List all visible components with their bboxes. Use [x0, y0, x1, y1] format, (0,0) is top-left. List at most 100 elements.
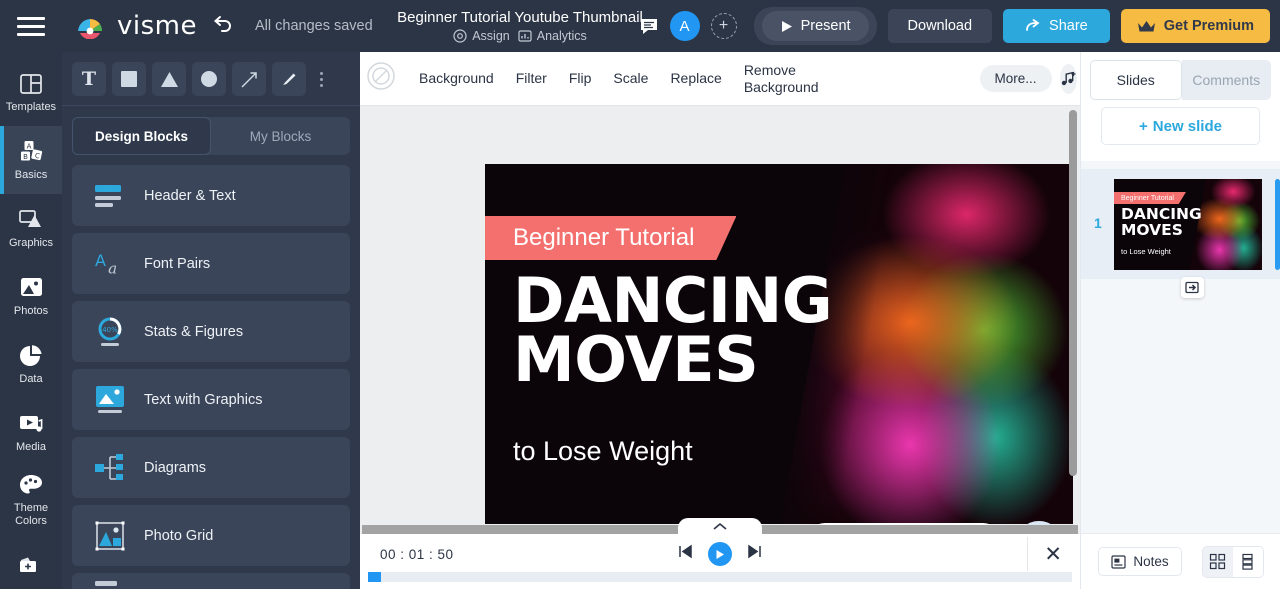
- replace-button[interactable]: Replace: [659, 70, 732, 86]
- share-label: Share: [1049, 18, 1088, 34]
- slides-panel-scrollbar[interactable]: [1275, 179, 1280, 270]
- slide-list-item[interactable]: 1 Beginner Tutorial DANCING MOVES to Los…: [1081, 169, 1280, 298]
- slide-thumbnail[interactable]: Beginner Tutorial DANCING MOVES to Lose …: [1114, 179, 1262, 270]
- triangle-icon: [160, 71, 178, 87]
- page-title[interactable]: Beginner Tutorial Youtube Thumbnail: [397, 9, 643, 26]
- canvas-area[interactable]: Beginner Tutorial DANCING MOVES to Lose …: [360, 106, 1080, 589]
- timeline-progress-track[interactable]: [368, 572, 1072, 582]
- sidebar-item-graphics[interactable]: Graphics: [0, 194, 62, 262]
- add-music-icon[interactable]: [1059, 63, 1077, 94]
- present-label: Present: [800, 18, 851, 34]
- slide-subheading[interactable]: to Lose Weight: [513, 436, 693, 467]
- right-panel-footer: Notes: [1081, 533, 1280, 589]
- sidebar-item-photos[interactable]: Photos: [0, 262, 62, 330]
- skip-previous-icon[interactable]: [677, 543, 694, 565]
- font-pairs-icon: A a: [94, 247, 128, 281]
- sidebar-label-data: Data: [19, 372, 43, 385]
- sidebar-item-theme-colors[interactable]: Theme Colors: [0, 466, 62, 534]
- analytics-label: Analytics: [536, 29, 587, 43]
- sidebar-item-basics[interactable]: A B C Basics: [0, 126, 62, 194]
- top-bar-actions: A + Present Download Share Get Premium: [639, 0, 1270, 52]
- ribbon-text: Beginner Tutorial: [513, 224, 695, 251]
- triangle-tool[interactable]: [152, 62, 186, 96]
- sidebar-item-add-folder[interactable]: [0, 534, 62, 589]
- square-tool[interactable]: [112, 62, 146, 96]
- canvas-vertical-scrollbar[interactable]: [1069, 110, 1077, 476]
- comment-icon[interactable]: [639, 16, 659, 36]
- block-photo-grid[interactable]: Photo Grid: [72, 505, 350, 566]
- notes-button[interactable]: Notes: [1098, 547, 1182, 576]
- tab-comments[interactable]: Comments: [1181, 59, 1271, 100]
- background-button[interactable]: Background: [408, 70, 505, 86]
- insert-slide-icon[interactable]: [1181, 277, 1204, 298]
- draw-tool[interactable]: [272, 62, 306, 96]
- present-button[interactable]: Present: [761, 11, 869, 41]
- new-slide-button[interactable]: + New slide: [1101, 107, 1260, 145]
- list-view-icon[interactable]: [1232, 546, 1263, 577]
- line-tool[interactable]: [232, 62, 266, 96]
- block-partial[interactable]: [72, 573, 350, 589]
- get-premium-button[interactable]: Get Premium: [1120, 9, 1270, 43]
- new-slide-label: New slide: [1152, 117, 1222, 135]
- remove-background-line2: Background: [743, 78, 819, 95]
- slide-heading[interactable]: DANCING MOVES: [513, 270, 833, 396]
- download-button[interactable]: Download: [887, 9, 993, 43]
- assign-button[interactable]: Assign: [453, 29, 510, 43]
- timeline-divider: [1027, 537, 1028, 571]
- svg-text:A: A: [95, 250, 106, 269]
- block-header-text[interactable]: Header & Text: [72, 165, 350, 226]
- media-icon: [18, 411, 44, 437]
- hamburger-icon[interactable]: [0, 0, 62, 52]
- tab-my-blocks[interactable]: My Blocks: [211, 117, 350, 155]
- flip-button[interactable]: Flip: [558, 70, 603, 86]
- save-status: All changes saved: [254, 18, 373, 34]
- analytics-button[interactable]: Analytics: [518, 29, 587, 43]
- arrow-line-icon: [240, 71, 257, 88]
- undo-icon[interactable]: [212, 14, 234, 39]
- thumbnail-ribbon-text: Beginner Tutorial: [1121, 194, 1174, 202]
- sidebar-item-media[interactable]: Media: [0, 398, 62, 466]
- text-tool[interactable]: T: [72, 62, 106, 96]
- timeline-controls-row: 00 : 01 : 50 ✕: [360, 534, 1080, 574]
- block-font-pairs[interactable]: A a Font Pairs: [72, 233, 350, 294]
- download-label: Download: [907, 18, 973, 34]
- add-collaborator-button[interactable]: +: [710, 13, 737, 39]
- diagrams-icon: [94, 451, 128, 485]
- timeline-progress-thumb[interactable]: [368, 572, 381, 582]
- grid-view-icon[interactable]: [1202, 546, 1233, 577]
- slide-heading-line2: MOVES: [513, 322, 759, 396]
- block-stats-figures[interactable]: 40% Stats & Figures: [72, 301, 350, 362]
- notes-label: Notes: [1133, 554, 1169, 569]
- block-text-with-graphics[interactable]: Text with Graphics: [72, 369, 350, 430]
- document-title-block: Beginner Tutorial Youtube Thumbnail Assi…: [360, 0, 680, 52]
- visme-logo-icon: [76, 13, 108, 40]
- slides-list: 1 Beginner Tutorial DANCING MOVES to Los…: [1081, 161, 1280, 298]
- block-diagrams[interactable]: Diagrams: [72, 437, 350, 498]
- timeline-bar: 00 : 01 : 50 ✕: [360, 518, 1080, 589]
- remove-background-button[interactable]: Remove Background: [733, 62, 830, 94]
- tab-design-blocks[interactable]: Design Blocks: [72, 117, 211, 155]
- avatar[interactable]: A: [669, 11, 700, 41]
- thumbnail-ribbon: Beginner Tutorial: [1114, 192, 1186, 204]
- svg-text:A: A: [26, 143, 31, 151]
- filter-button[interactable]: Filter: [505, 70, 558, 86]
- sidebar-item-templates[interactable]: Templates: [0, 58, 62, 126]
- close-icon[interactable]: ✕: [1044, 544, 1062, 565]
- tab-slides[interactable]: Slides: [1090, 59, 1182, 100]
- premium-label: Get Premium: [1163, 18, 1254, 34]
- slide-canvas[interactable]: Beginner Tutorial DANCING MOVES to Lose …: [485, 164, 1073, 524]
- more-tools-button[interactable]: [312, 71, 330, 87]
- slide-ribbon[interactable]: Beginner Tutorial: [485, 216, 737, 260]
- add-folder-icon: [18, 553, 44, 579]
- sidebar-item-data[interactable]: Data: [0, 330, 62, 398]
- more-options-button[interactable]: More...: [979, 65, 1052, 92]
- block-tabs: Design Blocks My Blocks: [72, 117, 350, 155]
- skip-next-icon[interactable]: [746, 543, 763, 565]
- play-button[interactable]: [708, 542, 732, 566]
- basics-icon: A B C: [18, 139, 44, 165]
- thumbnail-subheading: to Lose Weight: [1121, 247, 1171, 256]
- scale-button[interactable]: Scale: [602, 70, 659, 86]
- circle-tool[interactable]: [192, 62, 226, 96]
- share-button[interactable]: Share: [1003, 9, 1110, 43]
- no-color-icon[interactable]: [366, 61, 396, 96]
